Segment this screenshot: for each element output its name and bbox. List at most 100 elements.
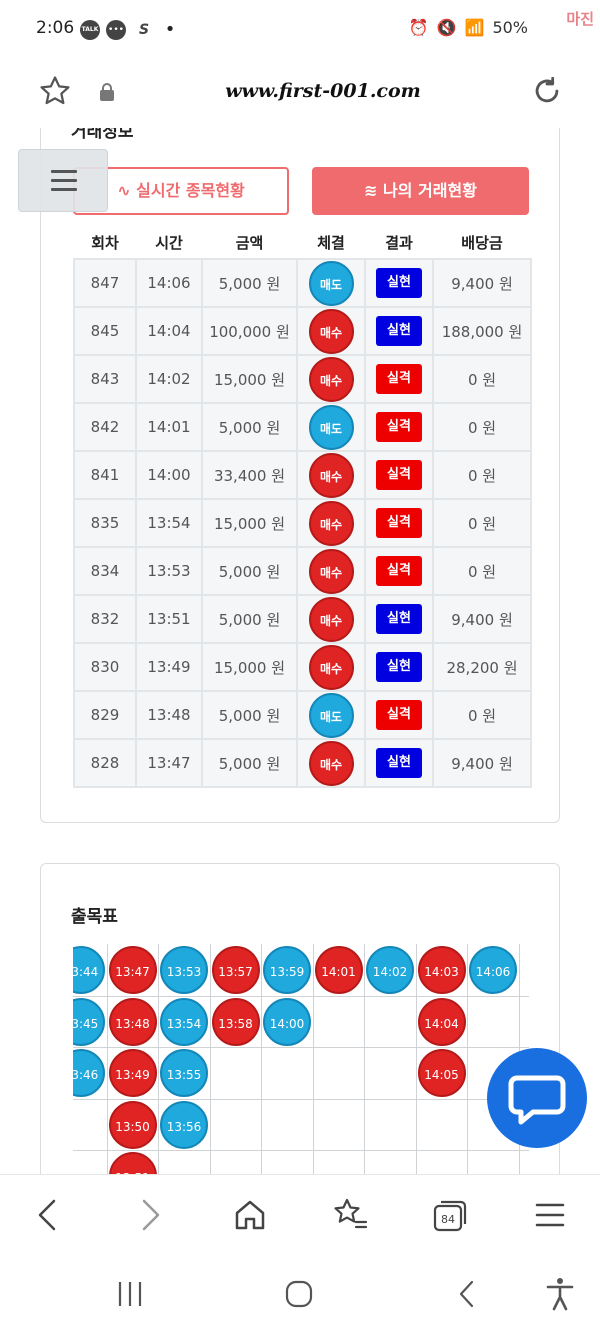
payout-cell: 28,200 원 [432,642,532,692]
reload-icon[interactable] [530,74,564,112]
amount-cell: 5,000 원 [201,402,298,452]
list-lines-icon: ≋ [364,181,378,200]
my-trade-status-button[interactable]: ≋ 나의 거래현황 [312,167,529,215]
browser-url-bar: www.first-001.com [0,60,600,128]
trade-info-card: 거래정보 ∿ 실시간 종목현황 ≋ 나의 거래현황 회차 시간 금액 체결 결과… [40,128,560,823]
round-cell: 829 [73,690,137,740]
status-right-group: ⏰ 🔇 📶 50% [409,18,528,37]
round-cell: 834 [73,546,137,596]
grid-line [73,1150,529,1151]
bead-red: 13:58 [211,997,260,1046]
side-cell: 매수 [296,498,366,548]
more-notifications-icon: • [164,19,176,40]
grid-line [364,944,365,1174]
grid-line [312,944,314,1174]
col-header: 체결 [297,227,365,259]
mute-icon: 🔇 [436,18,457,37]
time-cell: 13:49 [135,642,203,692]
round-cell: 843 [73,354,137,404]
round-cell: 847 [73,258,137,308]
bead-road-title: 출목표 [71,907,118,927]
bead-red: 13:57 [211,946,260,994]
pulse-icon: ∿ [117,181,131,200]
system-back-icon[interactable] [448,1274,488,1314]
side-cell: 매수 [296,594,366,644]
tabs-icon[interactable]: 84 [430,1195,470,1235]
grid-line [261,944,262,1174]
col-header: 시간 [136,227,202,259]
grid-line [467,944,468,1174]
side-cell: 매수 [296,642,366,692]
round-cell: 832 [73,594,137,644]
side-cell: 매도 [296,690,366,740]
time-cell: 13:54 [135,498,203,548]
browser-bottom-nav: 84 [0,1174,600,1254]
side-cell: 매도 [296,258,366,308]
failed-badge: 실격 [376,460,422,490]
grid-line [73,1047,529,1048]
round-cell: 828 [73,738,137,788]
payout-cell: 0 원 [432,402,532,452]
buy-badge: 매수 [308,452,354,498]
round-cell: 830 [73,642,137,692]
time-cell: 14:04 [135,306,203,356]
side-cell: 매도 [296,402,366,452]
sell-badge: 매도 [308,404,354,450]
round-cell: 845 [73,306,137,356]
accessibility-icon[interactable] [540,1274,580,1314]
grid-line [106,944,108,1174]
amount-cell: 15,000 원 [201,642,298,692]
bookmarks-icon[interactable] [330,1195,370,1235]
side-cell: 매수 [296,306,366,356]
hamburger-menu-button[interactable] [18,149,108,212]
chat-bubble-icon [508,1075,566,1125]
recents-icon[interactable] [110,1274,150,1314]
bead-blue: 13:53 [160,946,208,994]
time-cell: 14:01 [135,402,203,452]
home-circle-icon[interactable] [279,1274,319,1314]
forward-icon[interactable] [130,1195,170,1235]
back-icon[interactable] [28,1195,68,1235]
failed-badge: 실격 [376,412,422,442]
amount-cell: 15,000 원 [201,498,298,548]
bead-red: 13:47 [108,946,157,994]
bead-blue: 13:44 [73,946,105,994]
failed-badge: 실격 [376,364,422,394]
time-cell: 13:48 [135,690,203,740]
result-cell: 실격 [364,690,434,740]
url-text[interactable]: www.first-001.com [0,80,600,102]
buy-badge: 매수 [308,740,354,786]
buy-badge: 매수 [308,644,354,690]
kakaotalk-icon: TALK [80,20,100,40]
payout-cell: 9,400 원 [432,738,532,788]
alarm-icon: ⏰ [408,18,429,37]
table-row: 841 14:00 33,400 원 매수 실격 0 원 [73,450,532,500]
trade-card-title: 거래정보 [71,128,134,142]
menu-icon[interactable] [530,1195,570,1235]
amount-cell: 5,000 원 [201,594,298,644]
bead-red: 13:49 [108,1049,157,1097]
payout-cell: 0 원 [432,498,532,548]
grid-line [158,944,159,1174]
side-cell: 매수 [296,738,366,788]
sell-badge: 매도 [308,692,354,738]
bead-blue: 13:55 [160,1049,208,1097]
table-row: 832 13:51 5,000 원 매수 실현 9,400 원 [73,594,532,644]
bead-red: 14:01 [314,946,363,994]
system-nav-bar [0,1254,600,1333]
bead-red: 14:05 [417,1049,466,1097]
result-cell: 실현 [364,642,434,692]
bead-blue: 13:54 [160,997,208,1046]
bead-blue: 14:06 [469,946,517,994]
amount-cell: 5,000 원 [201,690,298,740]
time-cell: 13:47 [135,738,203,788]
app-notification-icon: S [138,22,150,38]
grid-line [209,944,211,1174]
chat-button[interactable] [487,1048,587,1148]
bead-blue: 14:02 [366,946,414,994]
status-time: 2:06 [36,18,75,38]
home-icon[interactable] [230,1195,270,1235]
table-row: 828 13:47 5,000 원 매수 실현 9,400 원 [73,738,532,788]
table-row: 835 13:54 15,000 원 매수 실격 0 원 [73,498,532,548]
payout-cell: 188,000 원 [432,306,532,356]
